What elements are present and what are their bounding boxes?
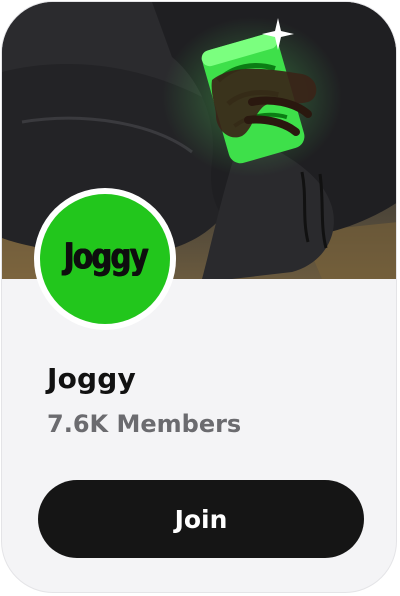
join-button[interactable]: Join xyxy=(38,480,364,558)
community-name: Joggy xyxy=(47,362,136,395)
member-count: 7.6K Members xyxy=(47,410,242,438)
community-card[interactable]: Joggy Joggy 7.6K Members Join xyxy=(1,1,397,593)
community-avatar[interactable]: Joggy xyxy=(34,188,176,330)
avatar-logo-text: Joggy xyxy=(63,236,148,278)
avatar-logo-circle: Joggy xyxy=(40,194,170,324)
